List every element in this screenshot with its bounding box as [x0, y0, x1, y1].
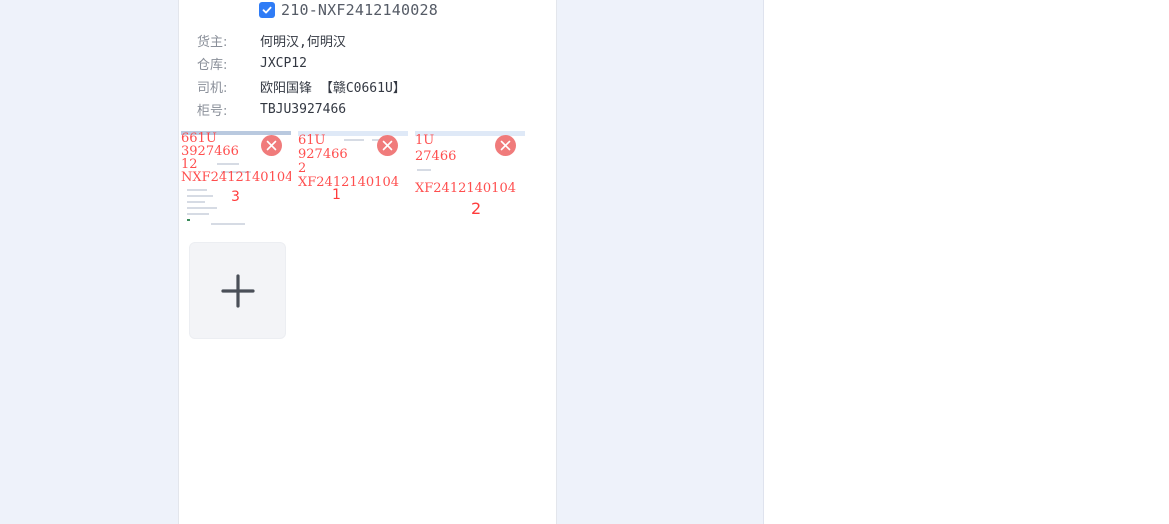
order-card: 210-NXF2412140028 货主: 何明汉,何明汉 仓库: JXCP12…: [178, 0, 557, 524]
delete-photo-button[interactable]: [495, 135, 516, 156]
watermark-line: NXF2412140104: [181, 170, 291, 185]
owner-label: 货主:: [197, 35, 228, 50]
photo-thumbnail[interactable]: 61U 927466 2 XF2412140104 1: [298, 131, 408, 228]
driver-label: 司机:: [197, 81, 228, 96]
order-info: 货主: 何明汉,何明汉 仓库: JXCP12 司机: 欧阳国锋 【赣C0661U…: [197, 29, 406, 121]
photo-number: 3: [231, 189, 240, 205]
photo-list: 661U 3927466 12 NXF2412140104 3 61U 9274…: [181, 131, 531, 231]
watermark-line: XF2412140104: [415, 181, 516, 196]
check-icon: [262, 6, 272, 14]
watermark-line: XF2412140104: [298, 175, 399, 190]
photo-number: 2: [471, 199, 482, 218]
close-icon: [266, 140, 277, 151]
warehouse-value: JXCP12: [260, 56, 307, 71]
photo-number: 1: [332, 187, 341, 203]
info-row-driver: 司机: 欧阳国锋 【赣C0661U】: [197, 75, 406, 98]
info-row-container: 柜号: TBJU3927466: [197, 98, 406, 121]
delete-photo-button[interactable]: [261, 135, 282, 156]
info-row-warehouse: 仓库: JXCP12: [197, 52, 406, 75]
photo-thumbnail[interactable]: 1U 27466 XF2412140104 2: [415, 131, 525, 228]
watermark-line: 27466: [415, 149, 457, 164]
info-row-owner: 货主: 何明汉,何明汉: [197, 29, 406, 52]
watermark-line: 1U: [415, 133, 435, 148]
container-value: TBJU3927466: [260, 102, 347, 117]
close-icon: [382, 140, 393, 151]
order-header: 210-NXF2412140028: [259, 0, 438, 20]
watermark-line: 2: [298, 161, 307, 176]
order-number: 210-NXF2412140028: [281, 1, 438, 19]
container-label: 柜号:: [197, 104, 228, 119]
watermark-line: 61U: [298, 133, 326, 148]
add-photo-button[interactable]: [189, 242, 286, 339]
photo-thumbnail[interactable]: 661U 3927466 12 NXF2412140104 3: [181, 131, 291, 228]
owner-value: 何明汉,何明汉: [260, 35, 346, 50]
delete-photo-button[interactable]: [377, 135, 398, 156]
order-checkbox[interactable]: [259, 2, 275, 18]
close-icon: [500, 140, 511, 151]
right-panel: [763, 0, 1169, 524]
watermark-line: 927466: [298, 147, 348, 162]
driver-value: 欧阳国锋 【赣C0661U】: [260, 81, 406, 96]
warehouse-label: 仓库:: [197, 58, 228, 73]
plus-icon: [220, 273, 255, 308]
